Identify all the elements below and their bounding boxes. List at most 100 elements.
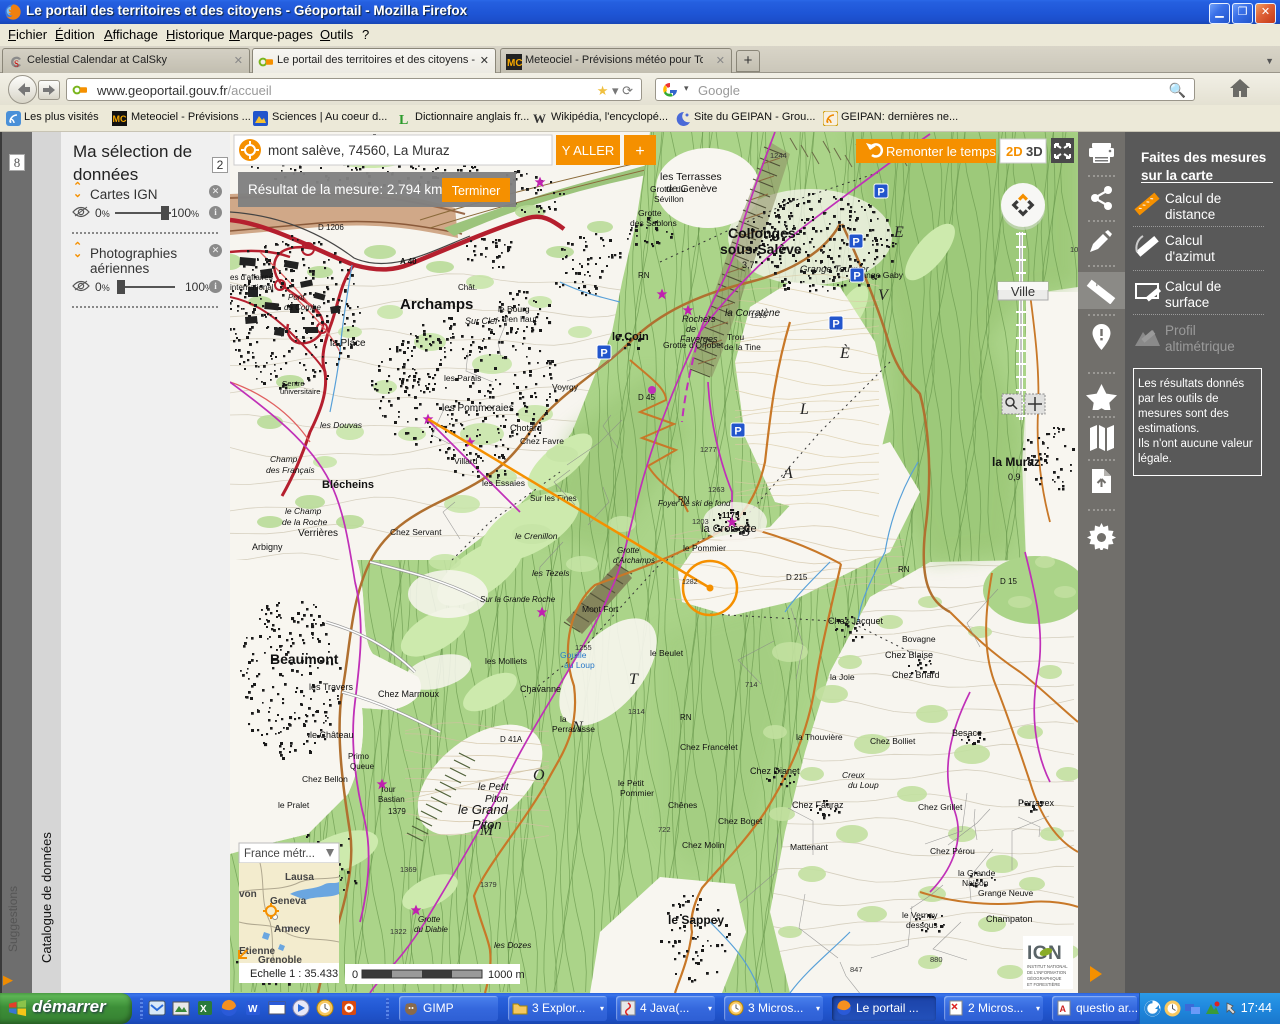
svg-text:Chez Bolliet: Chez Bolliet bbox=[870, 736, 916, 746]
svg-text:le Beulet: le Beulet bbox=[650, 648, 684, 658]
svg-text:les Parais: les Parais bbox=[444, 373, 481, 383]
svg-text:1263: 1263 bbox=[708, 485, 725, 494]
svg-text:P: P bbox=[877, 187, 884, 199]
svg-text:Mont Fort: Mont Fort bbox=[582, 604, 619, 614]
svg-text:Chez Grillet: Chez Grillet bbox=[918, 802, 963, 812]
svg-text:RN: RN bbox=[898, 565, 910, 574]
svg-text:Chez Servant: Chez Servant bbox=[390, 527, 442, 537]
svg-text:RN: RN bbox=[638, 271, 650, 280]
svg-text:1210: 1210 bbox=[750, 311, 767, 320]
svg-text:le Pommier: le Pommier bbox=[683, 543, 726, 553]
svg-text:le Pralet: le Pralet bbox=[278, 800, 310, 810]
svg-text:D 15: D 15 bbox=[1000, 577, 1017, 586]
svg-text:1277: 1277 bbox=[700, 445, 717, 454]
svg-text:D 1206: D 1206 bbox=[318, 223, 344, 232]
svg-text:Chez Bellon: Chez Bellon bbox=[302, 774, 348, 784]
svg-text:GÉOGRAPHIQUE: GÉOGRAPHIQUE bbox=[1027, 976, 1062, 981]
svg-text:Chez Dianet: Chez Dianet bbox=[750, 766, 800, 776]
svg-text:le Champ: le Champ bbox=[285, 506, 322, 516]
svg-text:1087: 1087 bbox=[1070, 245, 1078, 254]
svg-text:international: international bbox=[230, 283, 274, 292]
svg-text:la Thouvière: la Thouvière bbox=[796, 732, 843, 742]
svg-text:1369: 1369 bbox=[400, 865, 417, 874]
svg-text:sous-Salève: sous-Salève bbox=[720, 241, 802, 257]
svg-text:la Joie: la Joie bbox=[830, 672, 855, 682]
svg-text:dessous: dessous bbox=[906, 920, 938, 930]
svg-text:A: A bbox=[1060, 1004, 1067, 1014]
svg-text:le Coin: le Coin bbox=[612, 331, 649, 343]
svg-text:le Petit: le Petit bbox=[478, 782, 510, 793]
svg-text:Naison: Naison bbox=[962, 878, 989, 888]
svg-text:Ville: Ville bbox=[1011, 284, 1035, 299]
svg-text:les Molliets: les Molliets bbox=[485, 656, 527, 666]
svg-text:È: È bbox=[839, 343, 850, 362]
svg-text:RN: RN bbox=[680, 713, 692, 722]
svg-text:Résultat de la mesure: 2.794: Résultat de la mesure: 2.794 km bbox=[248, 182, 442, 197]
svg-text:Faverges: Faverges bbox=[680, 334, 718, 344]
svg-text:Chotard: Chotard bbox=[510, 423, 542, 433]
svg-text:D 41A: D 41A bbox=[500, 735, 523, 744]
svg-text:1314: 1314 bbox=[628, 707, 645, 716]
svg-text:T: T bbox=[629, 671, 639, 688]
svg-text:E: E bbox=[893, 224, 904, 241]
svg-text:Creux: Creux bbox=[842, 770, 865, 780]
svg-text:1282: 1282 bbox=[682, 579, 698, 586]
svg-text:mont salève, 74560, La Muraz: mont salève, 74560, La Muraz bbox=[268, 143, 450, 158]
svg-text:von: von bbox=[239, 889, 257, 900]
svg-text:Villard: Villard bbox=[454, 456, 478, 466]
svg-text:3D: 3D bbox=[1026, 144, 1043, 159]
svg-text:d'Archamps: d'Archamps bbox=[613, 556, 655, 565]
svg-text:P: P bbox=[600, 348, 607, 360]
svg-text:Champ: Champ bbox=[270, 454, 298, 464]
svg-text:le Bourg: le Bourg bbox=[498, 304, 530, 314]
svg-text:P: P bbox=[832, 319, 839, 331]
svg-text:1379: 1379 bbox=[480, 880, 497, 889]
svg-text:Geneva: Geneva bbox=[270, 896, 307, 907]
svg-text:Chez Briard: Chez Briard bbox=[892, 670, 940, 680]
svg-text:le Château: le Château bbox=[310, 730, 354, 740]
svg-text:D 45: D 45 bbox=[638, 393, 655, 402]
svg-text:Lausa: Lausa bbox=[285, 872, 314, 883]
svg-text:Verrières: Verrières bbox=[298, 528, 338, 539]
svg-text:Arbigny: Arbigny bbox=[252, 542, 283, 552]
svg-text:L: L bbox=[399, 113, 408, 126]
svg-text:les Travers: les Travers bbox=[309, 682, 354, 692]
svg-text:les Dozes: les Dozes bbox=[494, 940, 532, 950]
svg-text:Foyer de ski de fond: Foyer de ski de fond bbox=[658, 499, 731, 508]
svg-text:1203: 1203 bbox=[692, 517, 709, 526]
svg-text:0: 0 bbox=[352, 969, 358, 981]
svg-text:le Petit: le Petit bbox=[618, 778, 645, 788]
svg-text:+: + bbox=[635, 143, 644, 160]
svg-text:P: P bbox=[734, 426, 741, 438]
svg-text:X: X bbox=[200, 1004, 207, 1015]
svg-text:Pont: Pont bbox=[288, 293, 305, 302]
svg-text:Primo: Primo bbox=[348, 752, 369, 761]
svg-text:Perravex: Perravex bbox=[1018, 798, 1055, 808]
svg-text:la Muraz: la Muraz bbox=[992, 455, 1040, 469]
svg-text:Chez Fauraz: Chez Fauraz bbox=[792, 800, 844, 810]
svg-text:Pommier: Pommier bbox=[620, 788, 654, 798]
svg-text:Chez Jacquet: Chez Jacquet bbox=[828, 616, 884, 626]
svg-text:INSTITUT NATIONAL: INSTITUT NATIONAL bbox=[1027, 964, 1068, 969]
svg-text:au Loup: au Loup bbox=[564, 660, 595, 670]
svg-text:1255: 1255 bbox=[575, 643, 592, 652]
svg-text:722: 722 bbox=[658, 825, 671, 834]
svg-text:3,7: 3,7 bbox=[742, 260, 755, 270]
svg-text:Remonter le temps: Remonter le temps bbox=[886, 144, 996, 159]
svg-text:0,9: 0,9 bbox=[1008, 472, 1021, 482]
svg-text:Piton: Piton bbox=[485, 794, 508, 805]
svg-text:le Sappey: le Sappey bbox=[668, 913, 724, 927]
svg-text:MC: MC bbox=[113, 114, 127, 124]
svg-text:Archamps: Archamps bbox=[400, 296, 473, 313]
svg-text:Chez Boget: Chez Boget bbox=[718, 816, 763, 826]
svg-text:Chez Favre: Chez Favre bbox=[520, 436, 564, 446]
svg-text:847: 847 bbox=[850, 965, 863, 974]
svg-text:S: S bbox=[14, 59, 19, 69]
svg-text:les Terrasses: les Terrasses bbox=[660, 171, 722, 183]
svg-text:1244: 1244 bbox=[770, 151, 787, 160]
svg-text:RN: RN bbox=[678, 495, 690, 504]
svg-text:MC: MC bbox=[507, 58, 522, 69]
svg-text:P: P bbox=[853, 271, 860, 283]
svg-text:Chez Francelet: Chez Francelet bbox=[680, 742, 738, 752]
svg-text:Collonges-: Collonges- bbox=[728, 225, 801, 241]
